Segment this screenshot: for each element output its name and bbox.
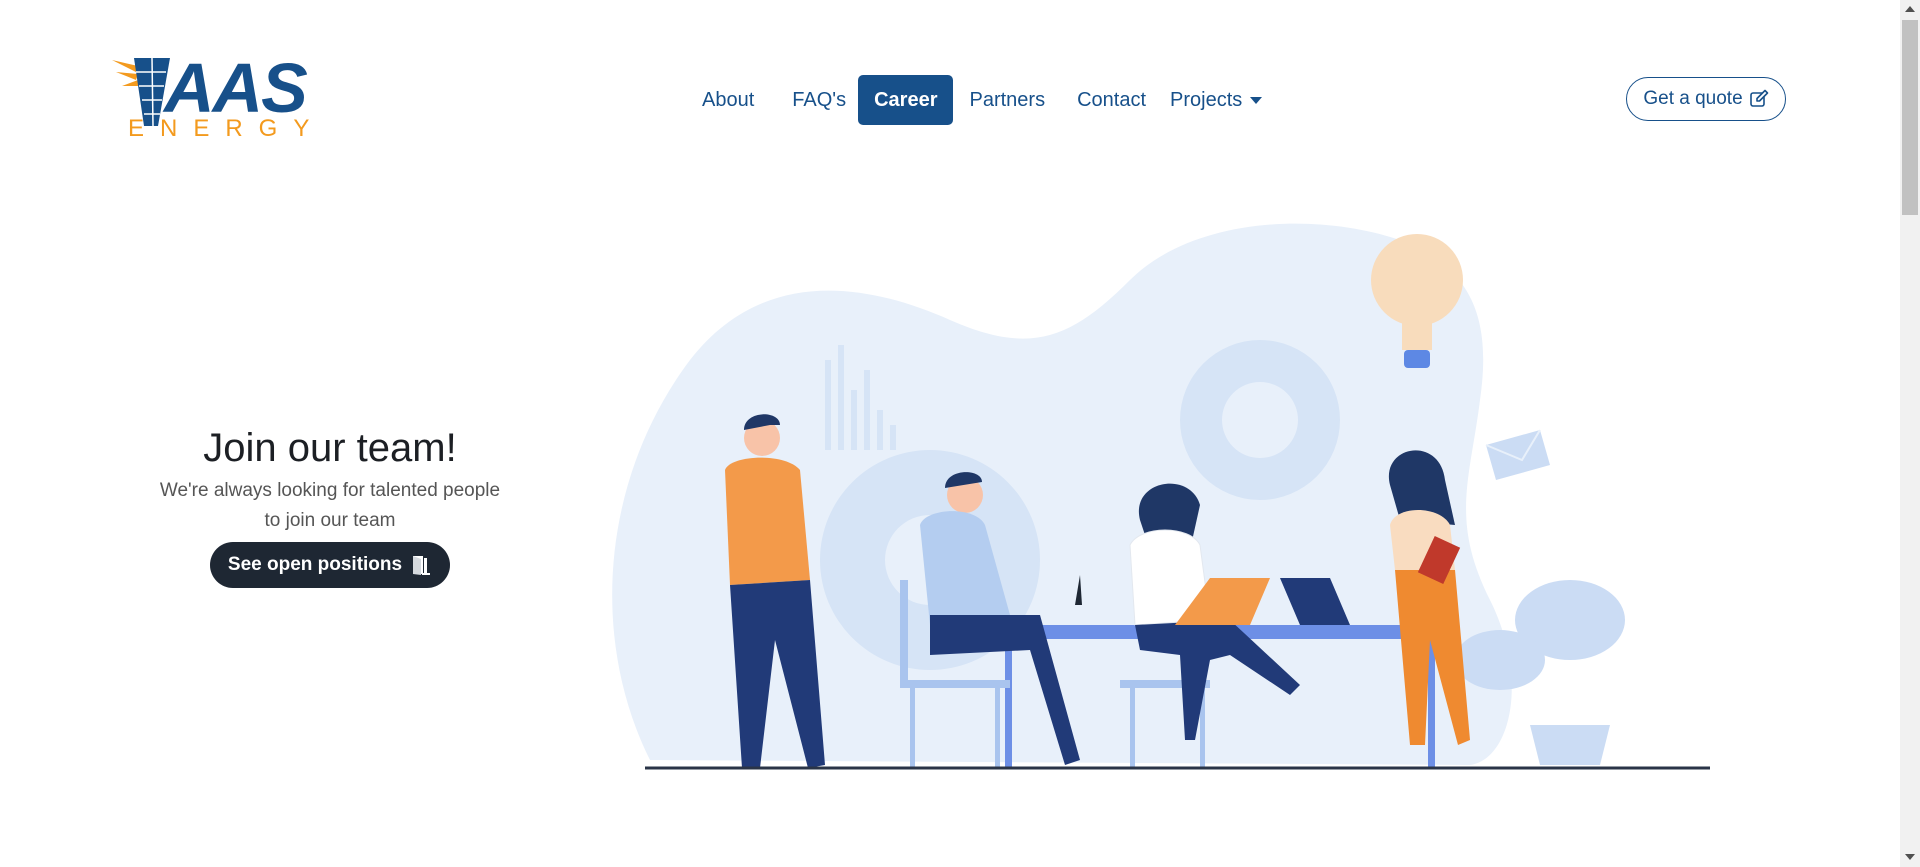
see-open-positions-label: See open positions (227, 554, 403, 575)
logo-tagline: ENERGY (128, 115, 326, 142)
scroll-down-icon[interactable] (1905, 854, 1915, 860)
nav-item-career[interactable]: Career (858, 75, 954, 125)
main-nav: About FAQ's Career Partners Contact Proj… (690, 75, 1274, 125)
caret-down-icon (1250, 97, 1263, 105)
nav-item-about[interactable]: About (690, 75, 766, 125)
nav-item-projects-label: Projects (1170, 89, 1243, 111)
page: AAS ENERGY About FAQ's Career Partners C… (0, 0, 1900, 867)
scroll-thumb[interactable] (1902, 20, 1918, 215)
nav-item-faqs[interactable]: FAQ's (780, 75, 858, 125)
get-quote-button[interactable]: Get a quote (1626, 77, 1786, 121)
nav-item-contact[interactable]: Contact (1065, 75, 1158, 125)
hero-section: Join our team! We're always looking for … (120, 420, 540, 588)
scrollbar[interactable] (1900, 0, 1920, 867)
edit-icon (1749, 89, 1768, 107)
see-open-positions-button[interactable]: See open positions (209, 542, 451, 588)
envelope-icon (1485, 429, 1550, 480)
hero-subtitle-line2: to join our team (264, 510, 396, 531)
door-icon (413, 556, 431, 575)
nav-item-projects[interactable]: Projects (1158, 75, 1274, 125)
brand-logo[interactable]: AAS ENERGY (112, 49, 312, 144)
team-illustration (612, 223, 1710, 770)
scroll-up-icon[interactable] (1905, 6, 1915, 12)
get-quote-label: Get a quote (1643, 88, 1743, 109)
nav-item-partners[interactable]: Partners (957, 75, 1057, 125)
hero-title: Join our team! (203, 426, 457, 470)
hero-subtitle-line1: We're always looking for talented people (159, 480, 501, 501)
